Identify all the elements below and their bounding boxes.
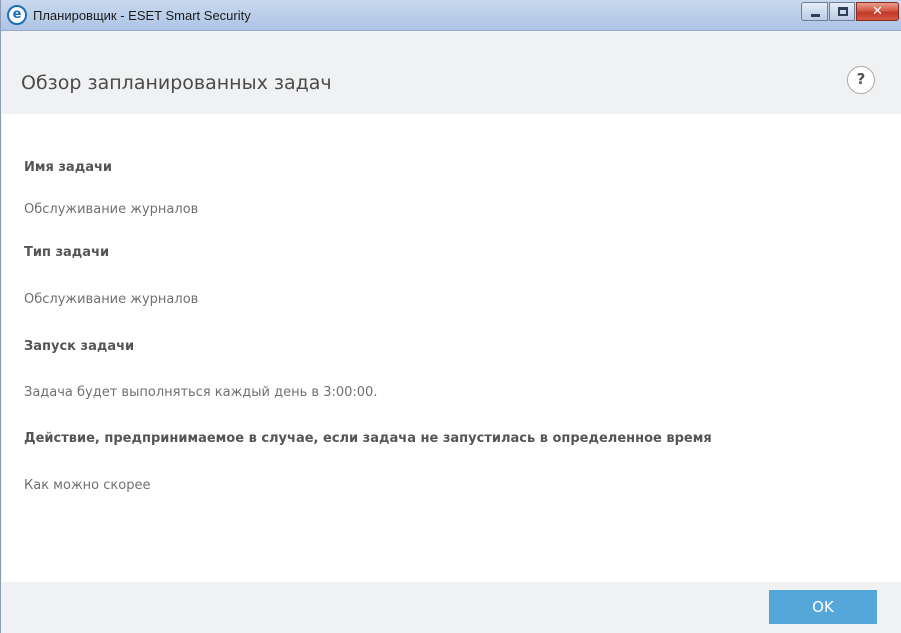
task-run-label: Запуск задачи	[24, 339, 135, 354]
footer-bar: OK	[2, 582, 901, 633]
minimize-icon	[811, 14, 820, 17]
missed-action-value: Как можно скорее	[24, 478, 151, 493]
task-name-value: Обслуживание журналов	[24, 202, 199, 217]
close-icon: ✕	[872, 4, 883, 19]
eset-logo-icon: e	[7, 5, 27, 25]
maximize-icon	[838, 7, 848, 16]
page-title: Обзор запланированных задач	[21, 72, 332, 94]
task-run-value: Задача будет выполняться каждый день в 3…	[24, 385, 378, 400]
scheduler-window: e Планировщик - ESET Smart Security ✕ Об…	[0, 0, 901, 633]
missed-action-label: Действие, предпринимаемое в случае, если…	[24, 431, 712, 446]
window-title: Планировщик - ESET Smart Security	[33, 8, 251, 23]
help-icon: ?	[856, 70, 866, 88]
minimize-button[interactable]	[801, 2, 828, 21]
title-bar[interactable]: e Планировщик - ESET Smart Security ✕	[1, 0, 901, 31]
task-details: Имя задачи Обслуживание журналов Тип зад…	[2, 114, 901, 582]
task-name-label: Имя задачи	[24, 160, 113, 175]
task-type-label: Тип задачи	[24, 245, 110, 260]
ok-button[interactable]: OK	[769, 590, 877, 624]
task-type-value: Обслуживание журналов	[24, 292, 199, 307]
window-controls: ✕	[801, 2, 899, 22]
close-button[interactable]: ✕	[856, 2, 899, 21]
maximize-button[interactable]	[829, 2, 855, 21]
help-button[interactable]: ?	[847, 66, 875, 94]
header-panel: Обзор запланированных задач ?	[2, 31, 901, 114]
